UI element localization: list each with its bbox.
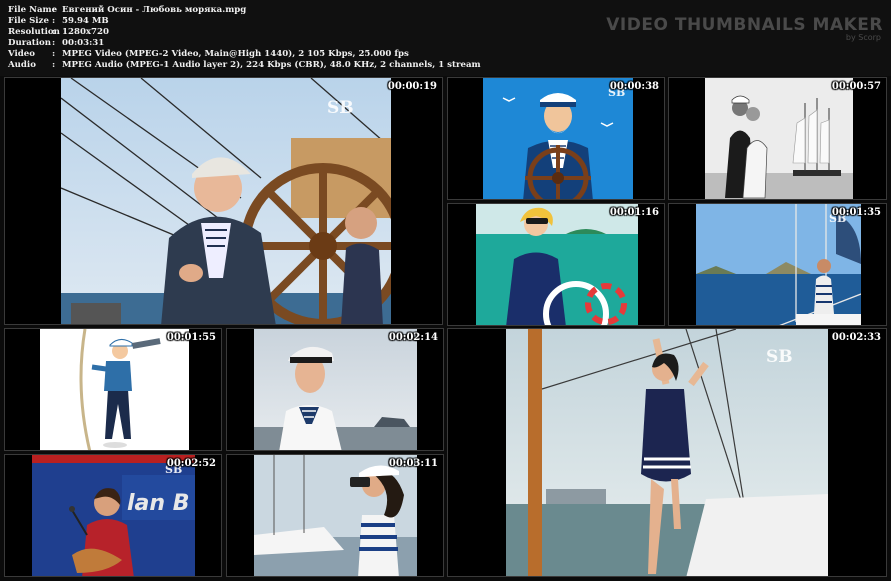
video-row: Video: MPEG Video (MPEG-2 Video, Main@Hig… <box>8 49 409 60</box>
meta-value: MPEG Audio (MPEG-1 Audio layer 2), 224 K… <box>62 60 481 70</box>
thumbnail-timestamp: 00:00:57 <box>831 81 881 92</box>
thumbnail-3[interactable]: 00:00:57 <box>668 77 887 200</box>
meta-value: 00:03:31 <box>62 38 105 48</box>
meta-label: Audio <box>8 60 36 70</box>
meta-value: Евгений Осин - Любовь моряка.mpg <box>62 5 247 15</box>
thumbnail-5[interactable]: SB 00:01:35 <box>668 203 887 326</box>
thumbnail-7[interactable]: 00:02:14 <box>226 328 444 451</box>
meta-separator: : <box>52 38 56 48</box>
thumbnail-image <box>40 329 189 450</box>
thumbnail-10[interactable]: 00:03:11 <box>226 454 444 577</box>
brand-title: VIDEO THUMBNAILS MAKER <box>606 15 883 35</box>
resolution-row: Resolution: 1280x720 <box>8 27 109 38</box>
thumbnail-2[interactable]: SB 00:00:38 <box>447 77 665 200</box>
thumbnail-timestamp: 00:01:35 <box>831 207 881 218</box>
meta-value: MPEG Video (MPEG-2 Video, Main@High 1440… <box>62 49 409 59</box>
meta-separator: : <box>52 27 56 37</box>
meta-separator: : <box>52 49 56 59</box>
thumbnail-image <box>476 204 638 325</box>
thumbnail-1[interactable]: SB 00:00:19 <box>4 77 443 325</box>
thumbnail-timestamp: 00:03:11 <box>388 458 438 469</box>
file-name-row: File Name: Евгений Осин - Любовь моряка.m… <box>8 5 246 16</box>
watermark-sb: SB <box>766 347 793 367</box>
meta-separator: : <box>52 60 56 70</box>
info-header: File Name: Евгений Осин - Любовь моряка.m… <box>0 0 891 76</box>
brand-subtitle: by Scorp <box>845 33 881 42</box>
file-size-row: File Size:59.94 MB <box>8 16 109 27</box>
meta-label: Resolution <box>8 27 60 37</box>
meta-label: File Size <box>8 16 49 26</box>
thumbnail-timestamp: 00:01:55 <box>166 332 216 343</box>
meta-value: 1280x720 <box>62 27 109 37</box>
meta-label: File Name <box>8 5 58 15</box>
meta-value: 59.94 MB <box>62 16 109 26</box>
thumbnail-timestamp: 00:02:52 <box>166 458 216 469</box>
meta-label: Duration <box>8 38 52 48</box>
audio-row: Audio: MPEG Audio (MPEG-1 Audio layer 2),… <box>8 60 481 71</box>
thumbnail-timestamp: 00:00:19 <box>387 81 437 92</box>
meta-separator: : <box>52 5 56 15</box>
thumbnail-timestamp: 00:00:38 <box>609 81 659 92</box>
thumbnail-image <box>254 329 417 450</box>
watermark-sb: SB <box>327 98 354 118</box>
thumbnail-image <box>254 455 417 576</box>
meta-separator: : <box>52 16 56 26</box>
meta-label: Video <box>8 49 35 59</box>
thumbnail-image <box>705 78 853 199</box>
thumbnail-timestamp: 00:01:16 <box>609 207 659 218</box>
thumbnail-timestamp: 00:02:33 <box>831 332 881 343</box>
thumbnail-8[interactable]: SB 00:02:33 <box>447 328 887 577</box>
thumbnail-6[interactable]: 00:01:55 <box>4 328 222 451</box>
duration-row: Duration: 00:03:31 <box>8 38 104 49</box>
thumbnail-timestamp: 00:02:14 <box>388 332 438 343</box>
thumbnail-9[interactable]: lan B SB 00:02:52 <box>4 454 222 577</box>
thumbnail-4[interactable]: 00:01:16 <box>447 203 665 326</box>
stage-banner-text: lan B <box>127 491 189 516</box>
